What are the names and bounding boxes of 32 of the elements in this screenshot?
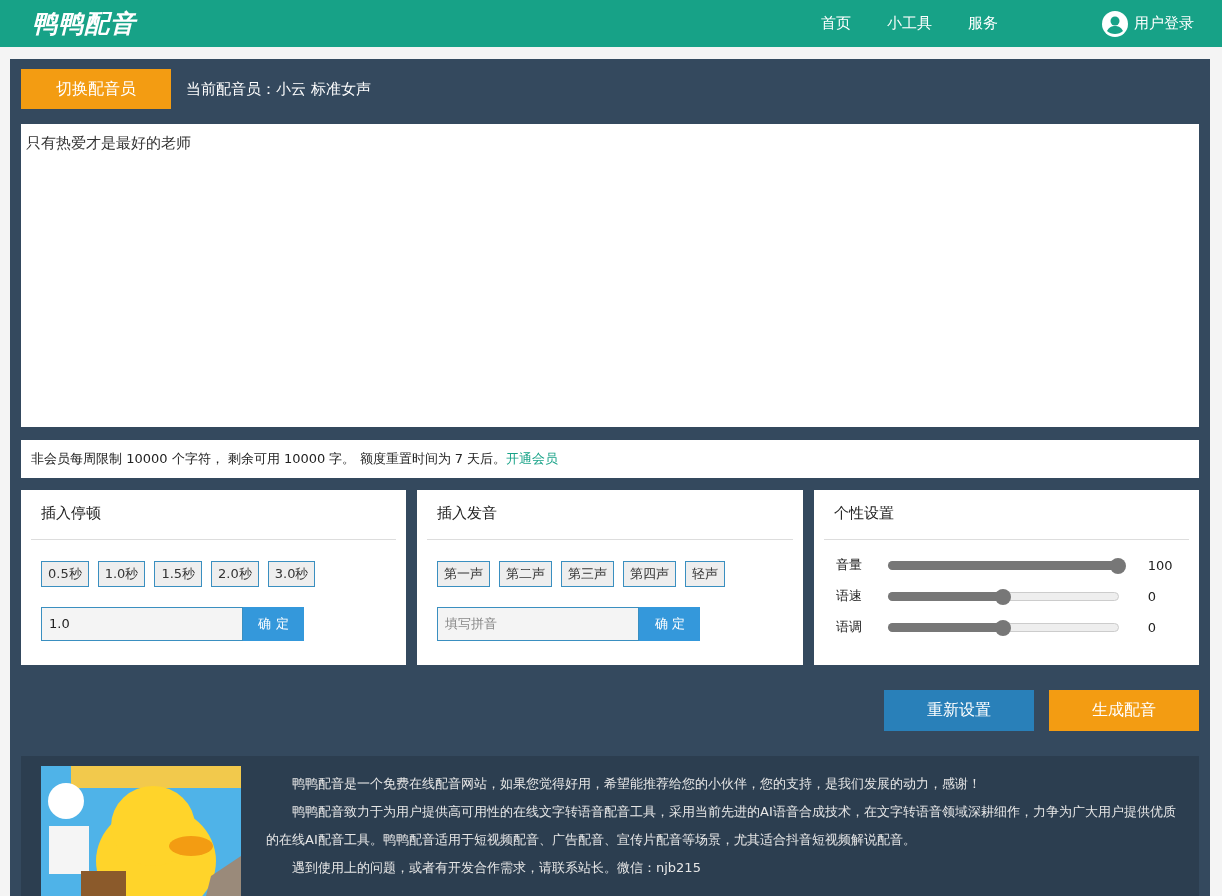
slider-thumb[interactable] [1109,557,1126,574]
tone-chip[interactable]: 轻声 [685,560,726,587]
reset-button[interactable]: 重新设置 [884,690,1034,731]
tone-chip[interactable]: 第一声 [437,560,491,587]
slider-label: 语调 [835,618,863,637]
about-paragraph: 鸭鸭配音致力于为用户提供高可用性的在线文字转语音配音工具，采用当前先进的AI语音合成技术，在文字转语音领域深耕细作，力争为广大用户提供优质的在线AI配音工具。鸭鸭配音适用于短视频配音、广告配音、宣传片配音等场景，尤其适合抖音短视频解说配音。 [266,803,1177,849]
tone-chip[interactable]: 第四声 [623,560,677,587]
pause-chip[interactable]: 1.0秒 [97,560,146,587]
current-voice: 当前配音员：小云 标准女声 [186,79,371,99]
pause-chip[interactable]: 0.5秒 [41,560,89,587]
tone-chip[interactable]: 第三声 [561,560,615,587]
slider-thumb[interactable] [995,588,1012,605]
panel-title: 插入停顿 [31,489,397,540]
text-editor[interactable]: 只有热爱才是最好的老师 [21,124,1199,427]
slider-value: 100 [1147,557,1173,573]
slider-thumb[interactable] [995,619,1012,636]
panel-title: 个性设置 [823,489,1189,540]
input-field[interactable]: 1.0 [41,606,243,641]
user-icon [1102,10,1128,37]
panel-title: 插入发音 [427,489,793,540]
pause-chip[interactable]: 1.5秒 [154,560,203,587]
pause-chip[interactable]: 2.0秒 [211,560,259,587]
slider-label: 音量 [835,556,863,575]
about-paragraph: 鸭鸭配音是一个免费在线配音网站，如果您觉得好用，希望能推荐给您的小伙伴，您的支持，是我们发展的动力，感谢！ [291,775,982,793]
input-field[interactable]: 填写拼音 [437,606,640,641]
pause-chip[interactable]: 3.0秒 [267,560,316,587]
slider-label: 语速 [835,587,863,606]
quota-notice: 非会员每周限制 10000 个字符， 剩余可用 10000 字。 额度重置时间为 7 天后。 [31,449,507,468]
slider-value: 0 [1147,619,1156,635]
about-paragraph: 遇到使用上的问题，或者有开发合作需求，请联系站长。微信：njb215 [291,859,702,877]
slider-value: 0 [1147,588,1156,604]
tone-chip[interactable]: 第二声 [499,560,553,587]
